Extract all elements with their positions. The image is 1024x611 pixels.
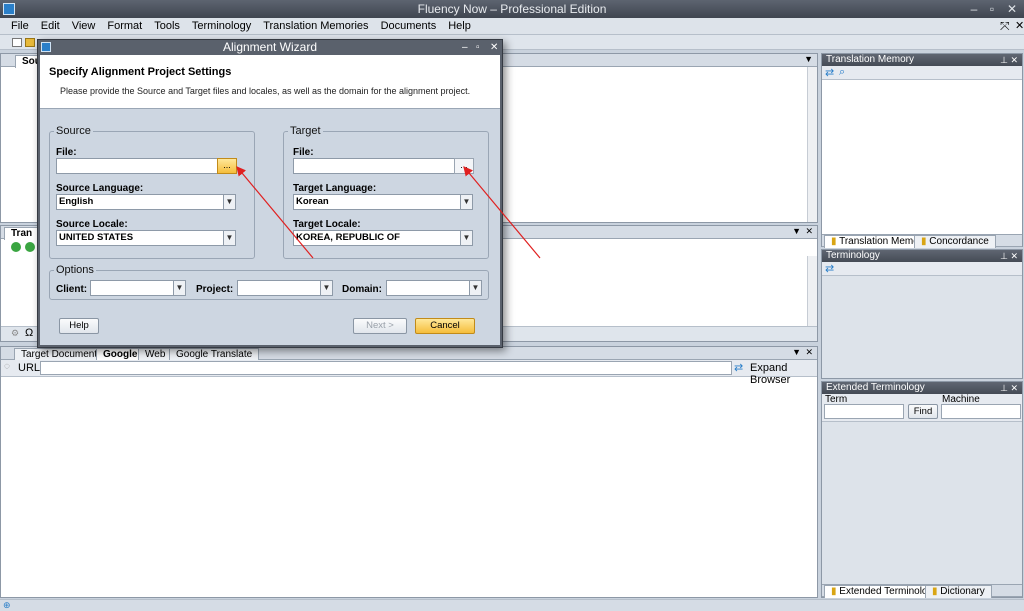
annotation-arrow-source — [236, 166, 314, 259]
annotation-arrows — [236, 166, 541, 259]
annotation-arrow-target — [463, 166, 541, 259]
